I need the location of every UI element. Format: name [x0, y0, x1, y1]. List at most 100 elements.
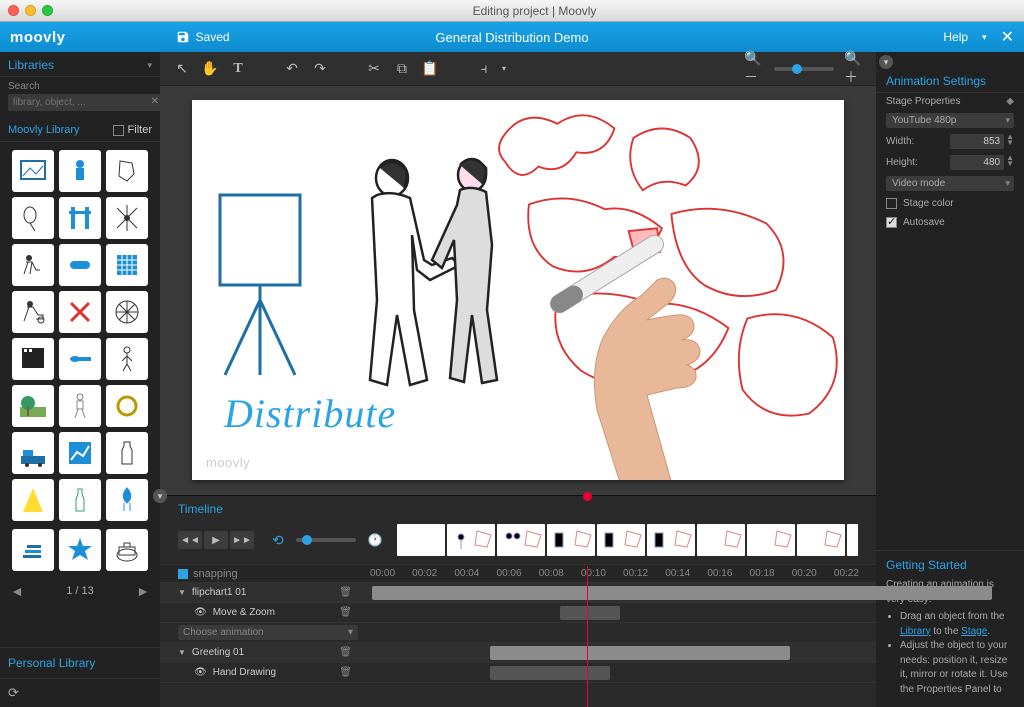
timeline-zoom-slider[interactable] — [296, 538, 356, 542]
library-item[interactable] — [12, 529, 54, 571]
maximize-window-icon[interactable] — [42, 5, 53, 16]
stage-link[interactable]: Stage — [961, 626, 987, 637]
track-clip[interactable] — [372, 586, 992, 600]
paste-icon[interactable]: 📋 — [420, 59, 440, 79]
collapse-track-icon[interactable]: ▼ — [178, 588, 186, 597]
library-item[interactable] — [12, 385, 54, 427]
play-icon[interactable]: ▶ — [204, 531, 228, 549]
track-clip[interactable] — [490, 646, 790, 660]
next-page-icon[interactable]: ► — [136, 583, 150, 599]
align-chevron-icon[interactable]: ▾ — [502, 64, 506, 73]
library-item[interactable] — [59, 291, 101, 333]
collapse-panel-icon[interactable]: ▾ — [879, 55, 893, 69]
preset-dropdown[interactable]: YouTube 480p — [876, 110, 1024, 131]
library-item[interactable] — [59, 244, 101, 286]
loop-icon[interactable]: ⟲ — [272, 532, 284, 549]
align-icon[interactable]: ⫞ — [474, 59, 494, 79]
personal-library-header[interactable]: Personal Library — [0, 647, 160, 678]
track-row[interactable]: ▼flipchart1 01🗑 — [160, 583, 876, 603]
frame-thumbnail[interactable] — [597, 524, 645, 556]
snapping-toggle[interactable]: snapping — [178, 568, 238, 580]
width-input[interactable] — [950, 134, 1004, 149]
library-link[interactable]: Library — [900, 626, 931, 637]
close-window-icon[interactable] — [8, 5, 19, 16]
autosave-checkbox[interactable]: Autosave — [876, 213, 1024, 232]
library-item[interactable] — [106, 244, 148, 286]
library-item[interactable] — [12, 244, 54, 286]
library-item[interactable] — [106, 150, 148, 192]
clear-search-icon[interactable]: ✕ — [151, 96, 159, 107]
cut-icon[interactable]: ✂ — [364, 59, 384, 79]
search-input[interactable] — [8, 94, 163, 111]
delete-track-icon[interactable]: 🗑 — [339, 647, 352, 658]
library-item[interactable] — [106, 197, 148, 239]
zoom-slider[interactable] — [774, 67, 834, 71]
undo-icon[interactable]: ↶ — [282, 59, 302, 79]
canvas-stage[interactable]: Distribute moovly — [192, 100, 844, 480]
frame-thumbnail[interactable] — [447, 524, 495, 556]
forward-icon[interactable]: ►► — [230, 531, 254, 549]
prev-page-icon[interactable]: ◄ — [10, 583, 24, 599]
library-item[interactable] — [59, 197, 101, 239]
track-clip[interactable] — [490, 666, 610, 680]
library-item[interactable] — [12, 432, 54, 474]
playhead[interactable] — [587, 566, 588, 707]
library-item[interactable] — [12, 291, 54, 333]
frame-thumbnail[interactable] — [747, 524, 795, 556]
delete-track-icon[interactable]: 🗑 — [339, 607, 352, 618]
rewind-icon[interactable]: ◄◄ — [178, 531, 202, 549]
width-spinner[interactable]: ▲▼ — [1006, 134, 1014, 149]
stage-color-checkbox[interactable]: Stage color — [876, 194, 1024, 213]
height-spinner[interactable]: ▲▼ — [1006, 155, 1014, 170]
save-status[interactable]: Saved — [176, 30, 230, 44]
hand-tool-icon[interactable]: ✋ — [200, 59, 220, 79]
help-link[interactable]: Help — [943, 30, 968, 44]
frame-thumbnail[interactable] — [647, 524, 695, 556]
drag-handle-icon[interactable]: ◆ — [1006, 96, 1014, 107]
frame-thumbnail[interactable] — [547, 524, 595, 556]
library-item[interactable] — [12, 479, 54, 521]
copy-icon[interactable]: ⧉ — [392, 59, 412, 79]
library-item[interactable] — [59, 385, 101, 427]
library-item[interactable] — [59, 479, 101, 521]
redo-icon[interactable]: ↷ — [310, 59, 330, 79]
delete-track-icon[interactable]: 🗑 — [339, 587, 352, 598]
refresh-icon[interactable]: ⟳ — [0, 678, 160, 707]
chevron-down-icon[interactable]: ▾ — [147, 60, 152, 71]
library-item[interactable] — [12, 338, 54, 380]
delete-track-icon[interactable]: 🗑 — [339, 667, 352, 678]
library-item[interactable] — [106, 291, 148, 333]
zoom-in-icon[interactable]: 🔍＋ — [844, 59, 864, 79]
library-item[interactable] — [106, 529, 148, 571]
choose-animation-dropdown[interactable]: Choose animation▾ — [178, 625, 358, 640]
frame-thumbnail[interactable] — [697, 524, 745, 556]
library-item[interactable] — [106, 432, 148, 474]
track-clip[interactable] — [560, 606, 620, 620]
track-row[interactable]: ▼Greeting 01🗑 — [160, 643, 876, 663]
text-tool-icon[interactable]: T — [228, 59, 248, 79]
frame-thumbnail[interactable] — [797, 524, 845, 556]
frame-thumbnail[interactable] — [847, 524, 858, 556]
select-tool-icon[interactable]: ↖ — [172, 59, 192, 79]
close-app-icon[interactable]: ✕ — [1001, 27, 1014, 47]
frame-thumbnail[interactable] — [397, 524, 445, 556]
library-item[interactable] — [59, 432, 101, 474]
library-item[interactable] — [106, 479, 148, 521]
library-item[interactable] — [59, 150, 101, 192]
library-item[interactable] — [59, 338, 101, 380]
library-item[interactable] — [106, 338, 148, 380]
library-item[interactable] — [12, 150, 54, 192]
filter-toggle[interactable]: Filter — [113, 124, 152, 136]
track-row[interactable]: 👁Move & Zoom🗑 — [160, 603, 876, 623]
library-item[interactable] — [106, 385, 148, 427]
minimize-window-icon[interactable] — [25, 5, 36, 16]
library-item[interactable] — [59, 529, 101, 571]
track-row[interactable]: 👁Hand Drawing🗑 — [160, 663, 876, 683]
library-item[interactable] — [12, 197, 54, 239]
collapse-timeline-icon[interactable]: ▾ — [153, 489, 167, 503]
zoom-out-icon[interactable]: 🔍－ — [744, 59, 764, 79]
height-input[interactable] — [950, 155, 1004, 170]
clock-icon[interactable]: 🕐 — [368, 533, 383, 547]
collapse-track-icon[interactable]: ▼ — [178, 648, 186, 657]
video-mode-dropdown[interactable]: Video mode — [876, 173, 1024, 194]
